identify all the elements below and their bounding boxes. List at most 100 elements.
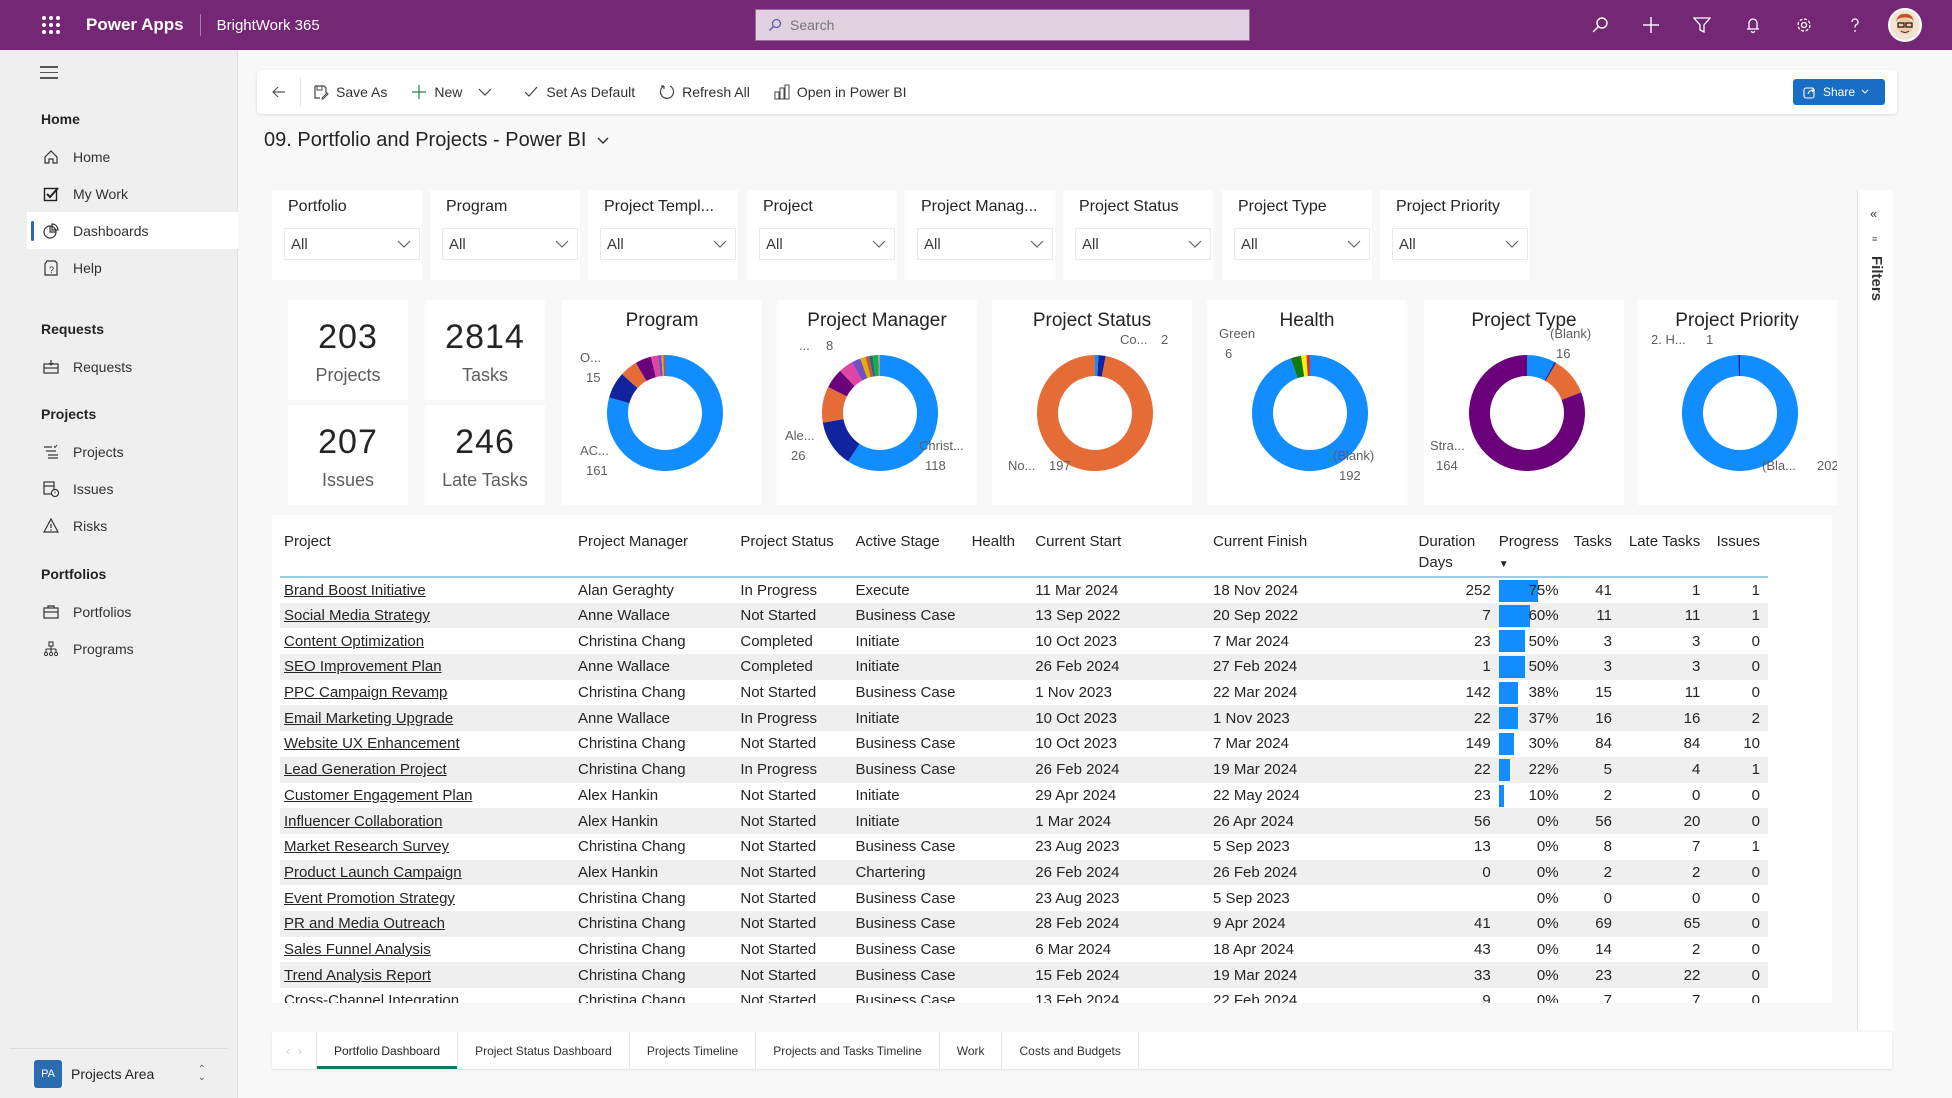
project-link[interactable]: Content Optimization bbox=[284, 633, 424, 650]
project-link[interactable]: Brand Boost Initiative bbox=[284, 582, 426, 599]
app-name[interactable]: Power Apps bbox=[86, 15, 184, 35]
slicer-dropdown[interactable]: All bbox=[1075, 228, 1211, 260]
donut-chart-project-manager[interactable]: Project Manager... 8 Ale... 26 Christ... 118 bbox=[777, 300, 977, 505]
refresh-all-button[interactable]: Refresh All bbox=[647, 70, 762, 114]
project-link[interactable]: Sales Funnel Analysis bbox=[284, 941, 431, 958]
back-button[interactable] bbox=[257, 77, 301, 107]
table-row[interactable]: Website UX Enhancement Christina Chang Not… bbox=[280, 731, 1768, 757]
donut-chart-project-status[interactable]: Project Status Co... 2 No... 197 bbox=[992, 300, 1192, 505]
project-link[interactable]: PR and Media Outreach bbox=[284, 915, 445, 932]
table-row[interactable]: Trend Analysis Report Christina Chang Not … bbox=[280, 962, 1768, 988]
slicer-dropdown[interactable]: All bbox=[1234, 228, 1370, 260]
column-header-project-status[interactable]: Project Status bbox=[740, 515, 856, 578]
sidebar-item-my-work[interactable]: My Work bbox=[0, 175, 238, 212]
global-search[interactable] bbox=[755, 9, 1250, 41]
tab-project-status-dashboard[interactable]: Project Status Dashboard bbox=[458, 1032, 630, 1069]
chevron-left-icon[interactable]: ‹ bbox=[286, 1044, 290, 1058]
table-row[interactable]: Product Launch Campaign Alex Hankin Not St… bbox=[280, 859, 1768, 886]
tab-projects-timeline[interactable]: Projects Timeline bbox=[630, 1032, 757, 1069]
sidebar-item-home[interactable]: Home bbox=[0, 138, 238, 175]
filters-label[interactable]: Filters bbox=[1868, 256, 1885, 301]
column-header-project-manager[interactable]: Project Manager bbox=[578, 515, 741, 578]
column-header-project[interactable]: Project bbox=[280, 515, 578, 578]
slicer-dropdown[interactable]: All bbox=[284, 228, 420, 260]
project-link[interactable]: Lead Generation Project bbox=[284, 761, 447, 778]
table-row[interactable]: Sales Funnel Analysis Christina Chang Not … bbox=[280, 937, 1768, 963]
column-header-late-tasks[interactable]: Late Tasks bbox=[1619, 515, 1709, 578]
table-row[interactable]: SEO Improvement Plan Anne Wallace Complete… bbox=[280, 654, 1768, 680]
sidebar-item-dashboards[interactable]: Dashboards bbox=[27, 212, 238, 249]
table-row[interactable]: Influencer Collaboration Alex Hankin Not S… bbox=[280, 808, 1768, 834]
help-button[interactable] bbox=[1829, 0, 1880, 50]
sidebar-item-programs[interactable]: Programs bbox=[0, 630, 238, 667]
slicer-dropdown[interactable]: All bbox=[600, 228, 736, 260]
chevron-right-icon[interactable]: › bbox=[298, 1044, 302, 1058]
slicer-dropdown[interactable]: All bbox=[442, 228, 578, 260]
search-input[interactable] bbox=[790, 17, 1230, 33]
project-link[interactable]: Cross-Channel Integration bbox=[284, 992, 459, 1003]
project-link[interactable]: Website UX Enhancement bbox=[284, 735, 460, 752]
filter-button[interactable] bbox=[1676, 0, 1727, 50]
share-button[interactable]: Share bbox=[1793, 79, 1885, 105]
add-button[interactable] bbox=[1625, 0, 1676, 50]
notifications-button[interactable] bbox=[1727, 0, 1778, 50]
column-header-current-finish[interactable]: Current Finish bbox=[1213, 515, 1419, 578]
filters-pane-collapsed[interactable]: « ≡ Filters bbox=[1857, 190, 1893, 1030]
search-button[interactable] bbox=[1574, 0, 1625, 50]
project-link[interactable]: Event Promotion Strategy bbox=[284, 890, 455, 907]
slicer-dropdown[interactable]: All bbox=[917, 228, 1053, 260]
sidebar-item-projects[interactable]: Projects bbox=[0, 433, 238, 470]
column-header-issues[interactable]: Issues bbox=[1708, 515, 1768, 578]
set-as-default-button[interactable]: Set As Default bbox=[511, 70, 647, 114]
hamburger-menu-button[interactable] bbox=[40, 66, 58, 83]
table-row[interactable]: PR and Media Outreach Christina Chang Not … bbox=[280, 910, 1768, 937]
table-row[interactable]: Lead Generation Project Christina Chang In… bbox=[280, 756, 1768, 783]
project-link[interactable]: Social Media Strategy bbox=[284, 607, 430, 624]
table-row[interactable]: Email Marketing Upgrade Anne Wallace In Pr… bbox=[280, 705, 1768, 732]
area-switcher[interactable]: PA Projects Area ⌃ ⌄ bbox=[10, 1048, 228, 1098]
project-link[interactable]: Trend Analysis Report bbox=[284, 967, 431, 984]
table-row[interactable]: Content Optimization Christina Chang Compl… bbox=[280, 628, 1768, 654]
project-link[interactable]: PPC Campaign Revamp bbox=[284, 684, 447, 701]
donut-chart-program[interactable]: Program O... 15 AC... 161 bbox=[562, 300, 762, 505]
column-header-progress[interactable]: Progress ▼ bbox=[1498, 515, 1571, 578]
project-link[interactable]: Influencer Collaboration bbox=[284, 813, 442, 830]
donut-chart-health[interactable]: Health Green 6 (Blank) 192 bbox=[1207, 300, 1407, 505]
project-link[interactable]: Email Marketing Upgrade bbox=[284, 710, 453, 727]
project-link[interactable]: Product Launch Campaign bbox=[284, 864, 462, 881]
column-header-current-start[interactable]: Current Start bbox=[1035, 515, 1214, 578]
sidebar-item-help[interactable]: ? Help bbox=[0, 249, 238, 286]
column-header-health[interactable]: Health bbox=[971, 515, 1036, 578]
donut-slice-no[interactable] bbox=[1037, 355, 1153, 471]
sidebar-item-issues[interactable]: Issues bbox=[0, 470, 238, 507]
column-header-duration-days[interactable]: Duration Days bbox=[1418, 515, 1499, 578]
tab-work[interactable]: Work bbox=[940, 1032, 1003, 1069]
table-row[interactable]: Social Media Strategy Anne Wallace Not Sta… bbox=[280, 602, 1768, 629]
sidebar-item-requests[interactable]: Requests bbox=[0, 348, 238, 385]
table-row[interactable]: Market Research Survey Christina Chang Not… bbox=[280, 834, 1768, 860]
project-link[interactable]: Customer Engagement Plan bbox=[284, 787, 472, 804]
project-link[interactable]: Market Research Survey bbox=[284, 838, 449, 855]
expand-filters-icon[interactable]: « bbox=[1870, 206, 1877, 221]
slicer-dropdown[interactable]: All bbox=[759, 228, 895, 260]
save-as-button[interactable]: Save As bbox=[301, 70, 399, 114]
project-link[interactable]: SEO Improvement Plan bbox=[284, 658, 442, 675]
table-row[interactable]: Cross-Channel Integration Christina Chang… bbox=[280, 988, 1768, 1003]
new-button[interactable]: New bbox=[399, 70, 511, 114]
tab-portfolio-dashboard[interactable]: Portfolio Dashboard bbox=[316, 1032, 459, 1069]
environment-name[interactable]: BrightWork 365 bbox=[217, 17, 320, 34]
sidebar-item-portfolios[interactable]: Portfolios bbox=[0, 593, 238, 630]
tab-scroll-buttons[interactable]: ‹ › bbox=[272, 1032, 316, 1069]
table-row[interactable]: Customer Engagement Plan Alex Hankin Not S… bbox=[280, 783, 1768, 809]
tab-projects-and-tasks-timeline[interactable]: Projects and Tasks Timeline bbox=[756, 1032, 940, 1069]
tab-costs-and-budgets[interactable]: Costs and Budgets bbox=[1002, 1032, 1139, 1069]
column-header-tasks[interactable]: Tasks bbox=[1570, 515, 1620, 578]
donut-chart-project-priority[interactable]: Project Priority 2. H... 1 (Bla... 202 bbox=[1637, 300, 1837, 505]
settings-button[interactable] bbox=[1778, 0, 1829, 50]
table-row[interactable]: Brand Boost Initiative Alan Geraghty In Pr… bbox=[280, 577, 1768, 603]
page-title[interactable]: 09. Portfolio and Projects - Power BI bbox=[264, 129, 610, 152]
column-header-active-stage[interactable]: Active Stage bbox=[855, 515, 972, 578]
user-avatar[interactable] bbox=[1888, 8, 1922, 42]
chevron-down-icon[interactable] bbox=[478, 87, 492, 97]
donut-chart-project-type[interactable]: Project Type (Blank) 16 Stra... 164 bbox=[1424, 300, 1624, 505]
